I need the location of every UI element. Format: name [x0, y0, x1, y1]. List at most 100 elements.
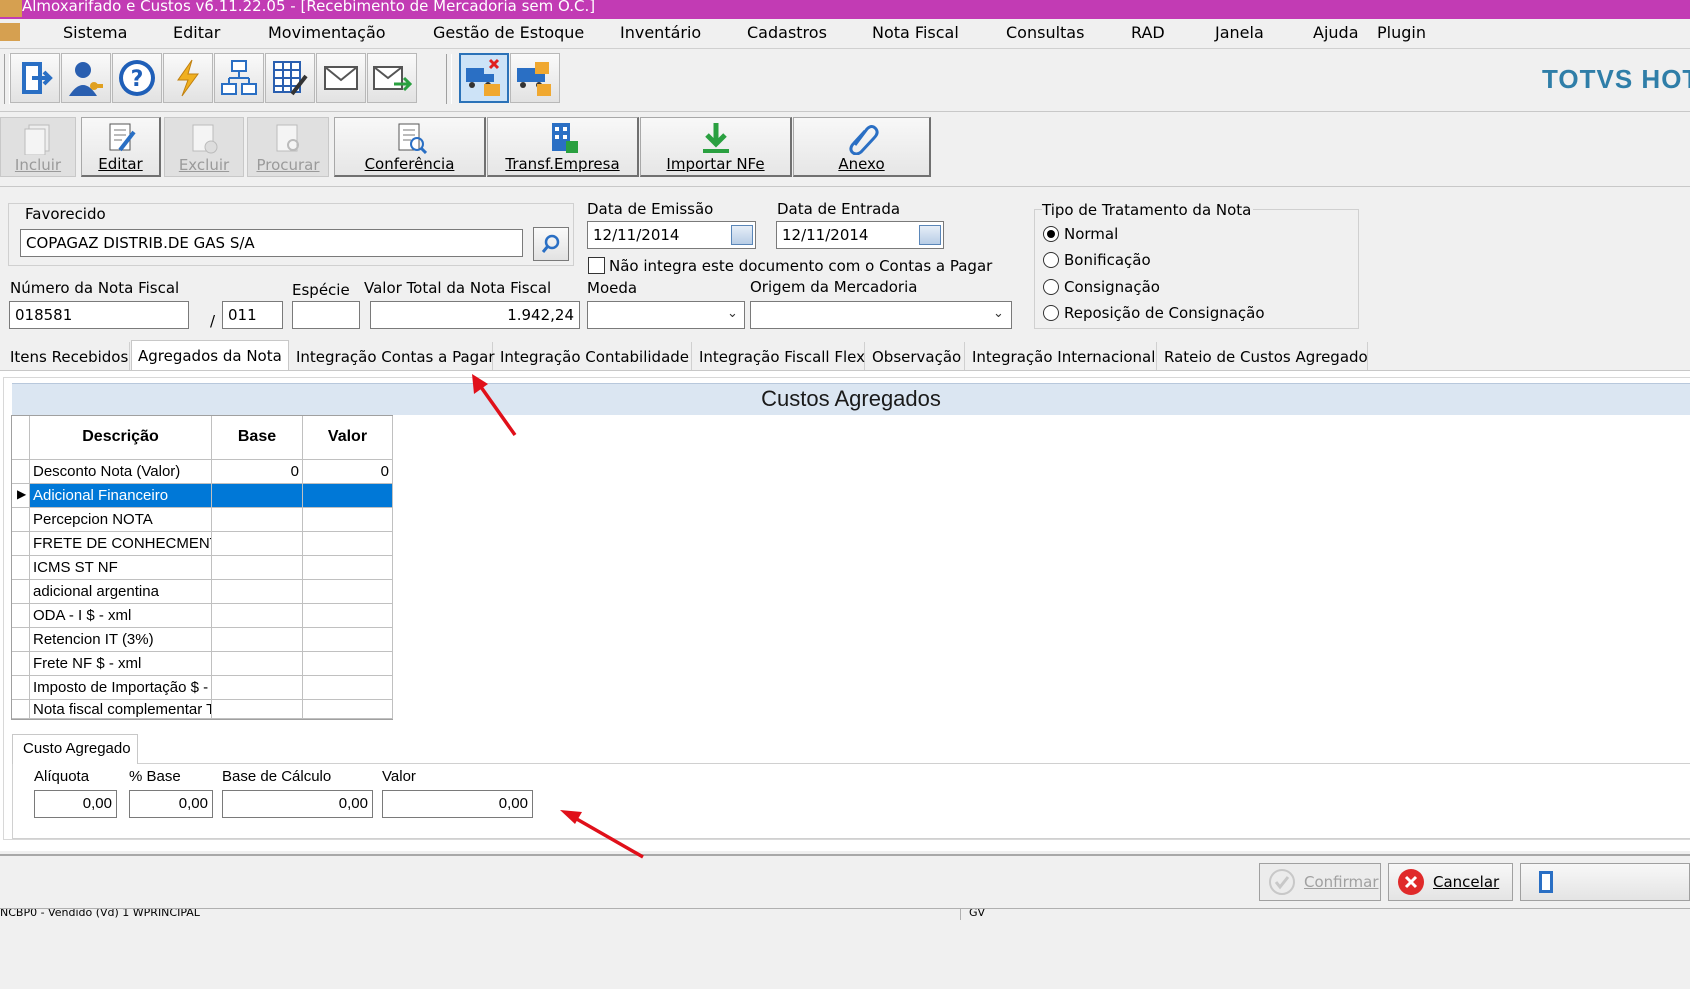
tab-integracao-internacional[interactable]: Integração Internacional	[966, 342, 1157, 370]
menu-editar[interactable]: Editar	[173, 23, 220, 42]
calendar-icon[interactable]	[731, 225, 753, 245]
cell-base[interactable]	[212, 580, 303, 604]
cell-descricao[interactable]: Nota fiscal complementar T	[30, 700, 212, 719]
valor-total-field[interactable]: 1.942,24	[370, 301, 580, 329]
menu-inventario[interactable]: Inventário	[620, 23, 701, 42]
cell-descricao[interactable]: ODA - I $ - xml	[30, 604, 212, 628]
cell-valor[interactable]	[303, 556, 393, 580]
exit-button[interactable]	[10, 53, 60, 103]
radio-reposicao-consignacao[interactable]: Reposição de Consignação	[1043, 304, 1265, 322]
radio-normal[interactable]: Normal	[1043, 225, 1118, 243]
cell-valor[interactable]	[303, 532, 393, 556]
cell-descricao[interactable]: Adicional Financeiro	[30, 484, 212, 508]
base-calculo-field[interactable]: 0,00	[222, 790, 373, 818]
tab-rateio-custos-agregado[interactable]: Rateio de Custos Agregado	[1158, 342, 1368, 370]
mail-send-button[interactable]	[367, 53, 417, 103]
menu-nota-fiscal[interactable]: Nota Fiscal	[872, 23, 959, 42]
menu-sistema[interactable]: Sistema	[63, 23, 127, 42]
cell-base[interactable]	[212, 532, 303, 556]
cell-valor[interactable]	[303, 484, 393, 508]
cell-base[interactable]	[212, 676, 303, 700]
aliquota-field[interactable]: 0,00	[34, 790, 117, 818]
transf-empresa-button[interactable]: Transf.Empresa	[487, 117, 639, 177]
cell-base[interactable]	[212, 556, 303, 580]
cell-valor[interactable]	[303, 652, 393, 676]
valor-field[interactable]: 0,00	[382, 790, 533, 818]
cell-descricao[interactable]: Percepcion NOTA	[30, 508, 212, 532]
tab-integracao-contas-pagar[interactable]: Integração Contas a Pagar	[290, 342, 495, 370]
serie-field[interactable]: 011	[222, 301, 283, 329]
especie-field[interactable]	[292, 301, 360, 329]
menu-cadastros[interactable]: Cadastros	[747, 23, 827, 42]
radio-bonificacao[interactable]: Bonificação	[1043, 251, 1151, 269]
cell-base[interactable]	[212, 628, 303, 652]
tab-integracao-contabilidade[interactable]: Integração Contabilidade	[494, 342, 692, 370]
user-key-button[interactable]	[61, 53, 111, 103]
help-button[interactable]: ?	[112, 53, 162, 103]
cell-valor[interactable]	[303, 508, 393, 532]
system-menu-icon[interactable]	[0, 23, 20, 41]
cell-descricao[interactable]: FRETE DE CONHECMENT	[30, 532, 212, 556]
tab-integracao-fiscall-flex[interactable]: Integração Fiscall Flex	[693, 342, 865, 370]
confirmar-button[interactable]: Confirmar	[1259, 863, 1381, 901]
receive-cancel-button[interactable]	[459, 53, 509, 103]
cell-descricao[interactable]: adicional argentina	[30, 580, 212, 604]
column-header-descricao[interactable]: Descrição	[30, 416, 212, 460]
tab-agregados-da-nota[interactable]: Agregados da Nota	[131, 340, 289, 372]
cell-base[interactable]	[212, 484, 303, 508]
chevron-down-icon[interactable]: ⌄	[727, 306, 738, 321]
tab-custo-agregado[interactable]: Custo Agregado	[12, 734, 138, 764]
origem-select[interactable]	[750, 301, 1012, 329]
cell-base[interactable]	[212, 508, 303, 532]
cell-base[interactable]	[212, 700, 303, 719]
mail-button[interactable]	[316, 53, 366, 103]
incluir-button[interactable]: Incluir	[0, 117, 76, 177]
menu-janela[interactable]: Janela	[1215, 23, 1264, 42]
procurar-button[interactable]: Procurar	[247, 117, 329, 177]
tab-observacao[interactable]: Observação	[866, 342, 965, 370]
cell-valor[interactable]	[303, 700, 393, 719]
importar-nfe-button[interactable]: Importar NFe	[640, 117, 792, 177]
favorecido-field[interactable]: COPAGAZ DISTRIB.DE GAS S/A	[20, 229, 523, 257]
chevron-down-icon[interactable]: ⌄	[993, 306, 1004, 321]
cancelar-button[interactable]: Cancelar	[1388, 863, 1513, 901]
calendar-icon[interactable]	[919, 225, 941, 245]
cell-descricao[interactable]: Frete NF $ - xml	[30, 652, 212, 676]
moeda-select[interactable]	[587, 301, 745, 329]
editar-button[interactable]: Editar	[81, 117, 161, 177]
receive-button[interactable]	[510, 53, 560, 103]
org-chart-button[interactable]	[214, 53, 264, 103]
anexo-button[interactable]: Anexo	[793, 117, 931, 177]
pct-base-field[interactable]: 0,00	[129, 790, 213, 818]
cell-valor[interactable]	[303, 676, 393, 700]
menu-rad[interactable]: RAD	[1131, 23, 1165, 42]
cell-base[interactable]	[212, 652, 303, 676]
cell-descricao[interactable]: Imposto de Importação $ - :	[30, 676, 212, 700]
conferencia-button[interactable]: Conferência	[334, 117, 486, 177]
cell-base[interactable]	[212, 604, 303, 628]
favorecido-search-button[interactable]	[533, 227, 569, 261]
numero-nf-field[interactable]: 018581	[9, 301, 189, 329]
cell-base[interactable]: 0	[212, 460, 303, 484]
cell-valor[interactable]	[303, 580, 393, 604]
custos-grid[interactable]: Descrição Base Valor Desconto Nota (Valo…	[11, 415, 393, 720]
lightning-button[interactable]	[163, 53, 213, 103]
cell-valor[interactable]: 0	[303, 460, 393, 484]
column-header-valor[interactable]: Valor	[303, 416, 393, 460]
menu-consultas[interactable]: Consultas	[1006, 23, 1084, 42]
menu-movimentacao[interactable]: Movimentação	[268, 23, 386, 42]
exit-form-button[interactable]	[1520, 863, 1690, 901]
tab-itens-recebidos[interactable]: Itens Recebidos	[4, 342, 130, 370]
cell-valor[interactable]	[303, 628, 393, 652]
cell-valor[interactable]	[303, 604, 393, 628]
menu-ajuda[interactable]: Ajuda	[1313, 23, 1359, 42]
excluir-button[interactable]: Excluir	[164, 117, 244, 177]
cell-descricao[interactable]: Desconto Nota (Valor)	[30, 460, 212, 484]
column-header-base[interactable]: Base	[212, 416, 303, 460]
menu-plugin[interactable]: Plugin	[1377, 23, 1426, 42]
cell-descricao[interactable]: ICMS ST NF	[30, 556, 212, 580]
nao-integra-checkbox[interactable]	[588, 257, 605, 274]
menu-gestao-estoque[interactable]: Gestão de Estoque	[433, 23, 584, 42]
radio-consignacao[interactable]: Consignação	[1043, 278, 1160, 296]
cell-descricao[interactable]: Retencion IT (3%)	[30, 628, 212, 652]
